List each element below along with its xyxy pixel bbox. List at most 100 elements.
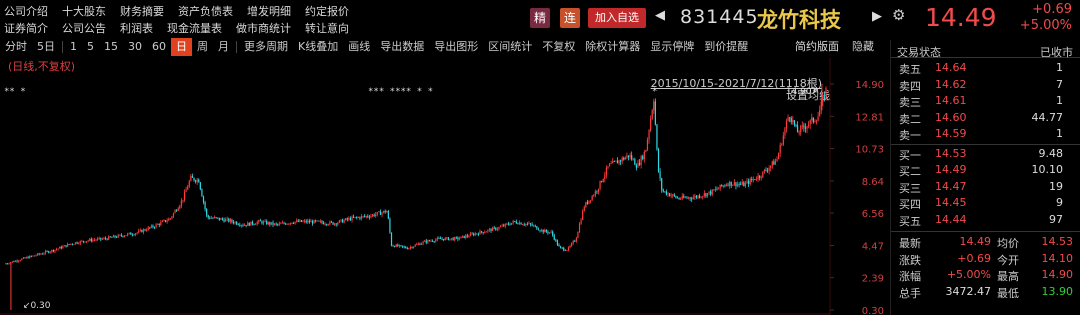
candle-body [409,247,412,249]
candle-body [95,239,97,241]
candle-body [375,214,377,216]
nav-financial-summary[interactable]: 财务摘要 [120,3,164,19]
nav-balance-sheet[interactable]: 资产负债表 [178,3,233,19]
candle-body [569,245,571,248]
show-suspension-button[interactable]: 显示停牌 [645,38,699,56]
tab-15min[interactable]: 15 [99,38,123,56]
tab-5day[interactable]: 5日 [32,38,60,56]
candle-body [371,214,374,216]
ask-row[interactable]: 卖一 14.59 1 [891,126,1080,142]
prev-stock-icon[interactable]: ◀ [655,8,665,23]
candle-body [602,178,604,182]
candle-body [169,218,171,220]
bid-row[interactable]: 买四 14.45 9 [891,195,1080,211]
tab-30min[interactable]: 30 [123,38,147,56]
candle-body [691,198,693,200]
candle-body [40,253,42,255]
candle-body [386,211,388,213]
event-markers-left[interactable]: ** * [4,87,26,97]
interval-stats-button[interactable]: 区间统计 [483,38,537,56]
bid-row[interactable]: 买五 14.44 97 [891,212,1080,228]
candle-body [308,220,310,223]
candle-body [631,155,633,160]
export-data-button[interactable]: 导出数据 [375,38,429,56]
settings-gear-icon[interactable]: ⚙ [892,6,905,24]
candle-body [401,245,404,247]
candle-body [54,249,56,252]
nav-security-brief[interactable]: 证券简介 [4,20,48,36]
candle-body [746,180,748,183]
candle-body [52,249,54,252]
nav-company-announcements[interactable]: 公司公告 [62,20,106,36]
candle-body [46,251,48,253]
candle-body [681,195,683,199]
candle-body [164,220,167,222]
tab-intraday[interactable]: 分时 [0,38,32,56]
nav-company-intro[interactable]: 公司介绍 [4,3,48,19]
candle-body [160,222,162,226]
next-stock-icon[interactable]: ▶ [872,9,882,24]
event-marker[interactable]: * [812,87,817,97]
candle-body [73,244,75,245]
nav-market-maker-stats[interactable]: 做市商统计 [236,20,291,36]
kline-chart-area[interactable]: (日线,不复权) 2015/10/15-2021/7/12(1118根) 设置均… [0,58,890,315]
candle-body [650,118,652,131]
nav-transfer-intent[interactable]: 转让意向 [305,20,349,36]
candle-body [231,219,233,222]
nav-top-shareholders[interactable]: 十大股东 [62,3,106,19]
candle-body [754,179,756,180]
tab-1min[interactable]: 1 [65,38,82,56]
tab-monthly[interactable]: 月 [213,38,234,56]
period-low-label: ↙0.30 [23,301,51,311]
draw-line-button[interactable]: 画线 [343,38,375,56]
event-marker[interactable]: * [652,87,657,97]
candle-body [304,220,306,222]
candle-body [36,253,39,256]
candle-body [296,220,298,222]
price-alert-button[interactable]: 到价提醒 [699,38,753,56]
bid-row[interactable]: 买一 14.53 9.48 [891,146,1080,162]
candle-body [596,191,598,193]
bid-row[interactable]: 买三 14.47 19 [891,179,1080,195]
nav-issuance-details[interactable]: 增发明细 [247,3,291,19]
candle-body [273,223,276,225]
tab-60min[interactable]: 60 [147,38,171,56]
tab-daily[interactable]: 日 [171,38,192,56]
add-to-favorites-button[interactable]: 加入自选 [588,8,646,28]
candle-body [668,193,671,197]
nav-income-statement[interactable]: 利润表 [120,20,153,36]
ask-row[interactable]: 卖四 14.62 7 [891,77,1080,93]
adjust-mode-dropdown[interactable]: 不复权 [537,38,580,56]
bid-row[interactable]: 买二 14.49 10.10 [891,162,1080,178]
export-image-button[interactable]: 导出图形 [429,38,483,56]
tag-jing[interactable]: 精 [530,8,550,28]
ask-row[interactable]: 卖五 14.64 1 [891,60,1080,76]
nav-agreed-quote[interactable]: 约定报价 [305,3,349,19]
hide-panel-button[interactable]: 隐藏 [852,38,874,54]
candle-body [642,156,644,160]
tab-5min[interactable]: 5 [82,38,99,56]
candle-body [798,132,800,134]
simple-view-button[interactable]: 简约版面 [795,38,839,56]
y-tick-label: 10.73 [855,145,884,156]
nav-cash-flow[interactable]: 现金流量表 [167,20,222,36]
candle-body [623,157,625,160]
more-periods-dropdown[interactable]: 更多周期 [239,38,293,56]
stat-value: 3472.47 [945,284,992,298]
candle-body [501,225,503,227]
ex-rights-calculator-button[interactable]: 除权计算器 [580,38,645,56]
event-markers-mid[interactable]: *** **** * * [368,87,433,97]
candle-body [406,248,408,250]
kline-chart-svg[interactable]: 14.90 12.81 10.73 8.64 6.56 4.47 2.39 0.30 ↙0.30… [0,58,890,315]
candle-body [35,255,37,257]
candle-body [541,229,543,231]
kline-overlay-dropdown[interactable]: K线叠加 [293,38,343,56]
candle-body [310,221,312,223]
ask-row[interactable]: 卖二 14.60 44.77 [891,110,1080,126]
candle-body [574,241,576,242]
ask-row[interactable]: 卖三 14.61 1 [891,93,1080,109]
tab-weekly[interactable]: 周 [192,38,213,56]
candle-body [405,246,407,249]
candle-body [111,237,113,238]
tag-lian[interactable]: 连 [560,8,580,28]
